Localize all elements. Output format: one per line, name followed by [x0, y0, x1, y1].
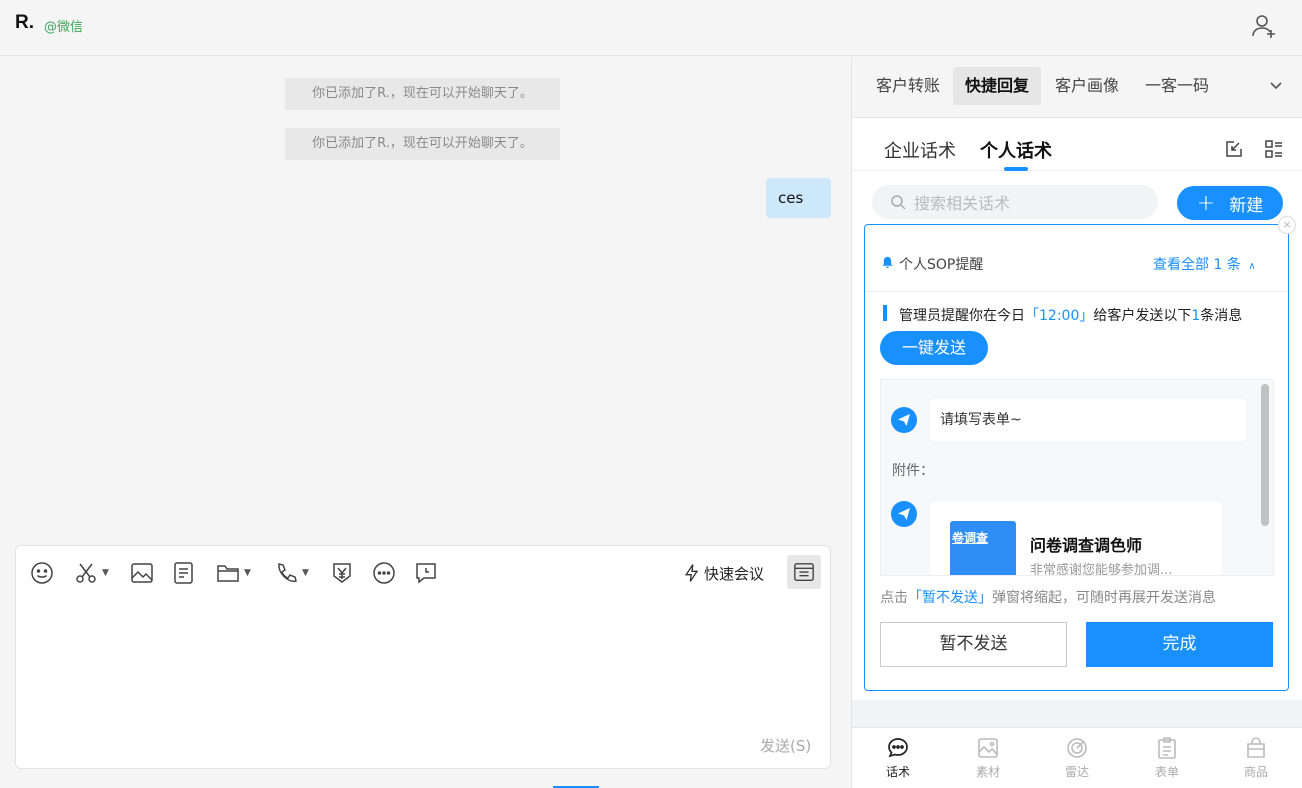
attachment-description: 非常感谢您能够参加调...: [1030, 563, 1173, 576]
tab-customer-transfer[interactable]: 客户转账: [864, 67, 952, 105]
chevron-down-icon[interactable]: [1268, 77, 1284, 93]
close-icon[interactable]: ×: [1278, 216, 1296, 234]
new-script-button[interactable]: + 新建: [1177, 186, 1283, 220]
sub-tab-bar: 企业话术 个人话术: [852, 119, 1302, 171]
chat-bubble-icon: [888, 738, 908, 758]
document-icon[interactable]: [172, 560, 196, 586]
remind-count: 1: [1191, 308, 1201, 324]
one-key-send-button[interactable]: 一键发送: [880, 331, 988, 365]
chat-record-icon[interactable]: [414, 560, 438, 586]
message-card: 请填写表单~: [930, 399, 1246, 441]
bottom-nav: 话术 素材 雷达 表单 商品: [852, 727, 1302, 788]
phone-icon[interactable]: ▼: [274, 560, 309, 586]
attachment-label: 附件：: [892, 463, 934, 479]
tab-one-customer-one-code[interactable]: 一客一码: [1133, 67, 1221, 105]
search-icon: [891, 195, 906, 210]
nav-products[interactable]: 商品: [1226, 736, 1286, 780]
remind-time: 「12:00」: [1025, 308, 1094, 324]
remind-middle: 给客户发送以下: [1093, 308, 1192, 324]
view-all-link[interactable]: 查看全部 1 条 ∧: [1153, 254, 1256, 274]
list-view-icon[interactable]: [1264, 139, 1284, 159]
sop-hint-text: 点击「暂不发送」弹窗将缩起，可随时再展开发送消息: [880, 587, 1216, 607]
panel-spacer: [852, 700, 1302, 727]
shopping-bag-icon: [1247, 737, 1265, 758]
add-contact-icon[interactable]: [1250, 12, 1278, 40]
chevron-down-icon[interactable]: ▼: [102, 568, 109, 578]
emoji-icon[interactable]: [30, 560, 54, 586]
active-tab-indicator: [1004, 167, 1028, 171]
nav-label: 雷达: [1064, 765, 1089, 779]
search-input[interactable]: 搜索相关话术: [872, 185, 1158, 219]
nav-radar[interactable]: 雷达: [1047, 736, 1107, 780]
send-plane-icon[interactable]: [891, 407, 917, 433]
contact-name[interactable]: R.: [15, 12, 34, 34]
sop-header: 个人SOP提醒 查看全部 1 条 ∧: [865, 225, 1288, 292]
send-button[interactable]: 发送(S): [760, 735, 811, 756]
hint-suffix: 弹窗将缩起，可随时再展开发送消息: [992, 590, 1216, 606]
image-icon: [978, 738, 998, 758]
app-window: R. @微信 你已添加了R.，现在可以开始聊天了。 你已添加了R.，现在可以开始…: [0, 0, 1302, 788]
system-message: 你已添加了R.，现在可以开始聊天了。: [285, 78, 560, 110]
nav-materials[interactable]: 素材: [958, 736, 1018, 780]
message-composer[interactable]: ▼ ▼ ▼ 快速会议 发送(S): [15, 545, 831, 769]
radar-icon: [1067, 738, 1087, 758]
send-later-button[interactable]: 暂不发送: [880, 622, 1067, 667]
chevron-down-icon[interactable]: ▼: [302, 568, 309, 578]
view-all-label: 查看全部 1 条: [1153, 257, 1241, 273]
new-button-label: 新建: [1229, 195, 1264, 216]
attachment-card[interactable]: 卷调查 问卷调查调色师 非常感谢您能够参加调...: [930, 502, 1222, 576]
nav-scripts[interactable]: 话术: [868, 736, 928, 780]
export-icon[interactable]: [1224, 139, 1244, 159]
image-icon[interactable]: [130, 560, 154, 586]
send-plane-icon[interactable]: [891, 501, 917, 527]
tab-customer-profile[interactable]: 客户画像: [1043, 67, 1131, 105]
chevron-up-icon: ∧: [1248, 261, 1256, 272]
chat-header: R. @微信: [0, 0, 1302, 56]
nav-label: 表单: [1154, 765, 1179, 779]
quick-meeting-button[interactable]: 快速会议: [682, 560, 764, 586]
screenshot-scissors-icon[interactable]: ▼: [74, 560, 109, 586]
nav-label: 商品: [1243, 765, 1268, 779]
side-panel-toggle-button[interactable]: [787, 555, 821, 589]
side-tab-bar: 客户转账 快捷回复 客户画像 一客一码: [852, 57, 1302, 118]
more-icon[interactable]: [372, 560, 396, 586]
list-panel-icon: [794, 563, 814, 581]
plus-icon: +: [1196, 190, 1216, 216]
sop-message-list[interactable]: 请填写表单~ 附件： 卷调查 问卷调查调色师 非常感谢您能够参加调...: [880, 379, 1274, 576]
yen-shield-icon[interactable]: [330, 560, 354, 586]
sop-reminder-popup: 个人SOP提醒 查看全部 1 条 ∧ 管理员提醒你在今日「12:00」给客户发送…: [864, 224, 1289, 691]
hint-prefix: 点击: [880, 590, 908, 606]
accent-bar: [883, 305, 887, 321]
remind-suffix: 条消息: [1200, 308, 1243, 324]
attachment-thumbnail: 卷调查: [950, 521, 1016, 575]
lightning-icon: [684, 564, 699, 582]
system-message: 你已添加了R.，现在可以开始聊天了。: [285, 128, 560, 160]
clipboard-icon: [1158, 737, 1176, 759]
bell-icon: [882, 256, 893, 269]
sop-title: 个人SOP提醒: [899, 257, 984, 273]
remind-prefix: 管理员提醒你在今日: [899, 308, 1025, 324]
nav-label: 素材: [975, 765, 1000, 779]
quick-meeting-label: 快速会议: [704, 564, 765, 583]
attachment-title: 问卷调查调色师: [1030, 536, 1143, 555]
scrollbar[interactable]: [1261, 384, 1269, 526]
hint-action: 「暂不发送」: [908, 590, 992, 606]
nav-forms[interactable]: 表单: [1137, 736, 1197, 780]
chevron-down-icon[interactable]: ▼: [244, 568, 251, 578]
nav-label: 话术: [885, 765, 910, 779]
tab-quick-reply[interactable]: 快捷回复: [953, 67, 1042, 105]
my-message-bubble[interactable]: ces: [766, 178, 831, 218]
sop-reminder-text: 管理员提醒你在今日「12:00」给客户发送以下1条消息: [899, 305, 1242, 325]
thumbnail-label: 卷调查: [952, 531, 989, 545]
tab-enterprise-scripts[interactable]: 企业话术: [884, 137, 956, 163]
folder-icon[interactable]: ▼: [216, 560, 251, 586]
tab-personal-scripts[interactable]: 个人话术: [980, 137, 1052, 163]
search-placeholder: 搜索相关话术: [914, 194, 1011, 213]
contact-source: @微信: [44, 20, 84, 35]
done-button[interactable]: 完成: [1086, 622, 1273, 667]
